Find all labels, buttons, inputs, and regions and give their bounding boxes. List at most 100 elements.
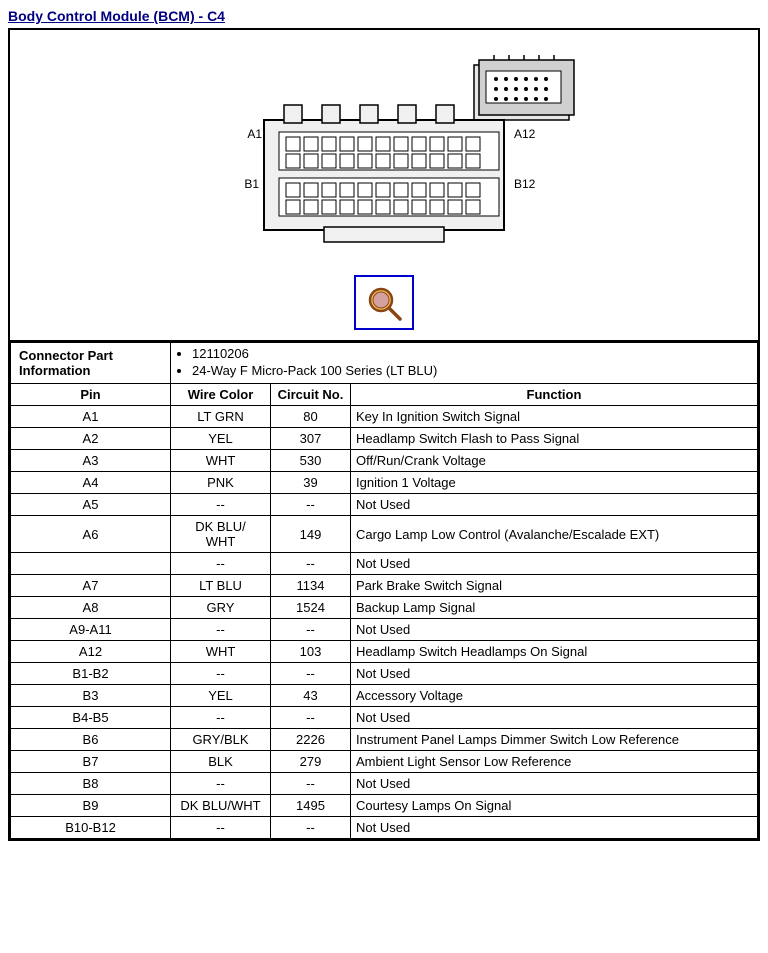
cell-pin: B9 bbox=[11, 795, 171, 817]
cell-pin: B7 bbox=[11, 751, 171, 773]
cell-circuit: -- bbox=[271, 663, 351, 685]
cell-wire: YEL bbox=[171, 685, 271, 707]
table-row: B9DK BLU/WHT1495Courtesy Lamps On Signal bbox=[11, 795, 758, 817]
cell-pin: A6 bbox=[11, 516, 171, 553]
connector-info-label: Connector Part Information bbox=[11, 343, 171, 384]
table-row: A2YEL307Headlamp Switch Flash to Pass Si… bbox=[11, 428, 758, 450]
cell-function: Park Brake Switch Signal bbox=[351, 575, 758, 597]
table-row: A1LT GRN80Key In Ignition Switch Signal bbox=[11, 406, 758, 428]
cell-circuit: 279 bbox=[271, 751, 351, 773]
cell-pin: B4-B5 bbox=[11, 707, 171, 729]
table-row: A5----Not Used bbox=[11, 494, 758, 516]
svg-text:B12: B12 bbox=[514, 177, 536, 191]
cell-pin bbox=[11, 553, 171, 575]
table-row: A6DK BLU/WHT149Cargo Lamp Low Control (A… bbox=[11, 516, 758, 553]
svg-text:A12: A12 bbox=[514, 127, 536, 141]
header-pin: Pin bbox=[11, 384, 171, 406]
cell-function: Ignition 1 Voltage bbox=[351, 472, 758, 494]
cell-wire: LT BLU bbox=[171, 575, 271, 597]
cell-wire: WHT bbox=[171, 641, 271, 663]
cell-wire: -- bbox=[171, 553, 271, 575]
cell-function: Not Used bbox=[351, 817, 758, 839]
cell-circuit: -- bbox=[271, 619, 351, 641]
table-row: A9-A11----Not Used bbox=[11, 619, 758, 641]
cell-pin: A7 bbox=[11, 575, 171, 597]
cell-wire: -- bbox=[171, 619, 271, 641]
cell-circuit: -- bbox=[271, 773, 351, 795]
magnify-icon[interactable] bbox=[354, 275, 414, 330]
table-row: A7LT BLU1134Park Brake Switch Signal bbox=[11, 575, 758, 597]
cell-function: Accessory Voltage bbox=[351, 685, 758, 707]
table-row: B3YEL43Accessory Voltage bbox=[11, 685, 758, 707]
svg-text:A1: A1 bbox=[247, 127, 262, 141]
table-row: A4PNK39Ignition 1 Voltage bbox=[11, 472, 758, 494]
cell-wire: YEL bbox=[171, 428, 271, 450]
cell-circuit: -- bbox=[271, 494, 351, 516]
cell-pin: A12 bbox=[11, 641, 171, 663]
cell-function: Not Used bbox=[351, 707, 758, 729]
cell-function: Courtesy Lamps On Signal bbox=[351, 795, 758, 817]
table-row: B8----Not Used bbox=[11, 773, 758, 795]
cell-function: Off/Run/Crank Voltage bbox=[351, 450, 758, 472]
cell-pin: A5 bbox=[11, 494, 171, 516]
cell-wire: -- bbox=[171, 707, 271, 729]
cell-wire: WHT bbox=[171, 450, 271, 472]
connector-info-detail: 12110206 24-Way F Micro-Pack 100 Series … bbox=[171, 343, 758, 384]
cell-circuit: 1134 bbox=[271, 575, 351, 597]
connector-svg: A1 A12 B1 B12 bbox=[174, 40, 594, 260]
cell-wire: -- bbox=[171, 773, 271, 795]
cell-function: Instrument Panel Lamps Dimmer Switch Low… bbox=[351, 729, 758, 751]
svg-text:B1: B1 bbox=[244, 177, 259, 191]
cell-wire: DK BLU/WHT bbox=[171, 795, 271, 817]
table-row: B1-B2----Not Used bbox=[11, 663, 758, 685]
table-row: B6GRY/BLK2226Instrument Panel Lamps Dimm… bbox=[11, 729, 758, 751]
cell-pin: A3 bbox=[11, 450, 171, 472]
cell-pin: B1-B2 bbox=[11, 663, 171, 685]
cell-circuit: 1495 bbox=[271, 795, 351, 817]
cell-circuit: 103 bbox=[271, 641, 351, 663]
page-title: Body Control Module (BCM) - C4 bbox=[8, 8, 760, 24]
cell-function: Headlamp Switch Headlamps On Signal bbox=[351, 641, 758, 663]
cell-function: Cargo Lamp Low Control (Avalanche/Escala… bbox=[351, 516, 758, 553]
cell-function: Not Used bbox=[351, 663, 758, 685]
cell-wire: GRY/BLK bbox=[171, 729, 271, 751]
cell-pin: B6 bbox=[11, 729, 171, 751]
cell-pin: A9-A11 bbox=[11, 619, 171, 641]
cell-wire: -- bbox=[171, 494, 271, 516]
connector-info-row: Connector Part Information 12110206 24-W… bbox=[11, 343, 758, 384]
table-row: B7BLK279Ambient Light Sensor Low Referen… bbox=[11, 751, 758, 773]
cell-circuit: 149 bbox=[271, 516, 351, 553]
header-wire-color: Wire Color bbox=[171, 384, 271, 406]
cell-circuit: -- bbox=[271, 817, 351, 839]
cell-function: Backup Lamp Signal bbox=[351, 597, 758, 619]
table-row: ----Not Used bbox=[11, 553, 758, 575]
table-row: A3WHT530Off/Run/Crank Voltage bbox=[11, 450, 758, 472]
cell-wire: BLK bbox=[171, 751, 271, 773]
table-header-row: Pin Wire Color Circuit No. Function bbox=[11, 384, 758, 406]
cell-pin: B10-B12 bbox=[11, 817, 171, 839]
cell-function: Not Used bbox=[351, 773, 758, 795]
connector-description: 24-Way F Micro-Pack 100 Series (LT BLU) bbox=[192, 363, 752, 378]
cell-pin: B8 bbox=[11, 773, 171, 795]
cell-circuit: -- bbox=[271, 707, 351, 729]
header-function: Function bbox=[351, 384, 758, 406]
cell-circuit: 39 bbox=[271, 472, 351, 494]
cell-circuit: 530 bbox=[271, 450, 351, 472]
cell-circuit: 307 bbox=[271, 428, 351, 450]
cell-circuit: -- bbox=[271, 553, 351, 575]
cell-pin: A8 bbox=[11, 597, 171, 619]
cell-pin: A1 bbox=[11, 406, 171, 428]
cell-circuit: 1524 bbox=[271, 597, 351, 619]
cell-function: Not Used bbox=[351, 619, 758, 641]
cell-wire: LT GRN bbox=[171, 406, 271, 428]
cell-wire: -- bbox=[171, 817, 271, 839]
connector-diagram: A1 A12 B1 B12 bbox=[10, 30, 758, 342]
cell-function: Headlamp Switch Flash to Pass Signal bbox=[351, 428, 758, 450]
table-row: B10-B12----Not Used bbox=[11, 817, 758, 839]
cell-function: Ambient Light Sensor Low Reference bbox=[351, 751, 758, 773]
cell-circuit: 80 bbox=[271, 406, 351, 428]
cell-pin: A4 bbox=[11, 472, 171, 494]
cell-wire: DK BLU/WHT bbox=[171, 516, 271, 553]
table-row: A8GRY1524Backup Lamp Signal bbox=[11, 597, 758, 619]
table-row: A12WHT103Headlamp Switch Headlamps On Si… bbox=[11, 641, 758, 663]
